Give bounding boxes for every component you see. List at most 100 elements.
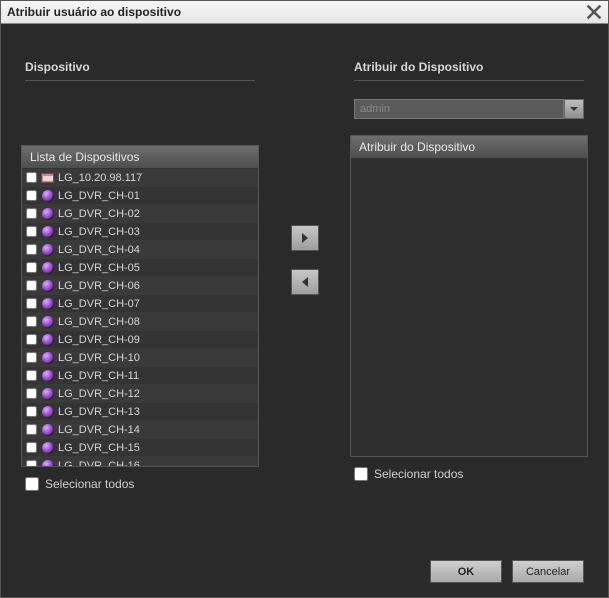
user-combo-button[interactable]: [564, 99, 584, 119]
transfer-buttons: [255, 60, 354, 544]
list-item[interactable]: LG_DVR_CH-04: [22, 241, 258, 259]
list-item[interactable]: LG_DVR_CH-16: [22, 457, 258, 466]
device-list[interactable]: LG_10.20.98.117 LG_DVR_CH-01 LG_DVR_CH-02 L…: [22, 169, 258, 466]
camera-channel-icon: [41, 387, 54, 400]
device-checkbox[interactable]: [26, 388, 37, 399]
chevron-down-icon: [569, 104, 579, 114]
device-select-all-checkbox[interactable]: [25, 477, 39, 491]
assigned-select-all-checkbox[interactable]: [354, 467, 368, 481]
device-checkbox[interactable]: [26, 370, 37, 381]
list-item[interactable]: LG_DVR_CH-02: [22, 205, 258, 223]
ok-button[interactable]: OK: [430, 560, 502, 583]
list-item[interactable]: LG_DVR_CH-05: [22, 259, 258, 277]
assigned-listbox: Atribuir do Dispositivo: [350, 135, 588, 457]
dialog-footer: OK Cancelar: [25, 544, 584, 583]
cancel-button[interactable]: Cancelar: [512, 560, 584, 583]
device-checkbox[interactable]: [26, 316, 37, 327]
device-checkbox[interactable]: [26, 226, 37, 237]
device-name: LG_DVR_CH-13: [58, 406, 140, 418]
camera-channel-icon: [41, 243, 54, 256]
list-item[interactable]: LG_DVR_CH-03: [22, 223, 258, 241]
camera-channel-icon: [41, 189, 54, 202]
list-item[interactable]: LG_DVR_CH-06: [22, 277, 258, 295]
device-checkbox[interactable]: [26, 190, 37, 201]
device-checkbox[interactable]: [26, 424, 37, 435]
assigned-list[interactable]: [351, 159, 587, 456]
device-name: LG_DVR_CH-07: [58, 298, 140, 310]
add-to-right-button[interactable]: [291, 225, 319, 251]
close-button[interactable]: [586, 4, 602, 20]
camera-channel-icon: [41, 351, 54, 364]
device-list-title: Lista de Dispositivos: [22, 146, 258, 169]
device-checkbox[interactable]: [26, 352, 37, 363]
device-checkbox[interactable]: [26, 406, 37, 417]
camera-channel-icon: [41, 423, 54, 436]
user-select[interactable]: admin: [354, 99, 584, 119]
arrow-left-icon: [299, 276, 311, 288]
device-name: LG_DVR_CH-11: [58, 370, 139, 382]
device-name: LG_10.20.98.117: [58, 172, 142, 184]
device-name: LG_DVR_CH-09: [58, 334, 140, 346]
device-panel: Dispositivo Lista de Dispositivos LG_10.…: [25, 60, 255, 544]
device-section-header: Dispositivo: [25, 60, 255, 81]
device-name: LG_DVR_CH-16: [58, 460, 140, 467]
list-item[interactable]: LG_DVR_CH-08: [22, 313, 258, 331]
device-select-all[interactable]: Selecionar todos: [25, 477, 255, 491]
device-name: LG_DVR_CH-02: [58, 208, 140, 220]
device-name: LG_DVR_CH-15: [58, 442, 140, 454]
dialog-window: Atribuir usuário ao dispositivo Disposit…: [0, 0, 609, 598]
list-item[interactable]: LG_10.20.98.117: [22, 169, 258, 187]
device-checkbox[interactable]: [26, 460, 37, 466]
camera-channel-icon: [41, 225, 54, 238]
device-listbox: Lista de Dispositivos LG_10.20.98.117LG_…: [21, 145, 259, 467]
camera-channel-icon: [41, 405, 54, 418]
assign-panel: Atribuir do Dispositivo admin Atribuir d…: [354, 60, 584, 544]
remove-from-right-button[interactable]: [291, 269, 319, 295]
list-item[interactable]: LG_DVR_CH-07: [22, 295, 258, 313]
dialog-title: Atribuir usuário ao dispositivo: [7, 5, 181, 19]
list-item[interactable]: LG_DVR_CH-10: [22, 349, 258, 367]
device-name: LG_DVR_CH-06: [58, 280, 140, 292]
device-name: LG_DVR_CH-01: [58, 190, 140, 202]
assigned-list-title: Atribuir do Dispositivo: [351, 136, 587, 159]
device-checkbox[interactable]: [26, 298, 37, 309]
dvr-icon: [41, 171, 54, 184]
assigned-select-all[interactable]: Selecionar todos: [354, 467, 584, 481]
assigned-select-all-label: Selecionar todos: [374, 467, 463, 481]
camera-channel-icon: [41, 315, 54, 328]
list-item[interactable]: LG_DVR_CH-14: [22, 421, 258, 439]
device-name: LG_DVR_CH-14: [58, 424, 140, 436]
device-checkbox[interactable]: [26, 442, 37, 453]
device-checkbox[interactable]: [26, 208, 37, 219]
camera-channel-icon: [41, 459, 54, 466]
camera-channel-icon: [41, 297, 54, 310]
camera-channel-icon: [41, 207, 54, 220]
camera-channel-icon: [41, 333, 54, 346]
list-item[interactable]: LG_DVR_CH-11: [22, 367, 258, 385]
titlebar: Atribuir usuário ao dispositivo: [1, 1, 608, 24]
list-item[interactable]: LG_DVR_CH-12: [22, 385, 258, 403]
list-item[interactable]: LG_DVR_CH-13: [22, 403, 258, 421]
camera-channel-icon: [41, 441, 54, 454]
device-name: LG_DVR_CH-04: [58, 244, 140, 256]
user-combo-display[interactable]: admin: [354, 99, 564, 119]
camera-channel-icon: [41, 279, 54, 292]
device-checkbox[interactable]: [26, 262, 37, 273]
camera-channel-icon: [41, 369, 54, 382]
device-checkbox[interactable]: [26, 334, 37, 345]
device-checkbox[interactable]: [26, 172, 37, 183]
arrow-right-icon: [299, 232, 311, 244]
device-checkbox[interactable]: [26, 244, 37, 255]
device-name: LG_DVR_CH-05: [58, 262, 140, 274]
list-item[interactable]: LG_DVR_CH-09: [22, 331, 258, 349]
device-name: LG_DVR_CH-08: [58, 316, 140, 328]
camera-channel-icon: [41, 261, 54, 274]
device-name: LG_DVR_CH-12: [58, 388, 140, 400]
device-name: LG_DVR_CH-03: [58, 226, 140, 238]
list-item[interactable]: LG_DVR_CH-15: [22, 439, 258, 457]
device-name: LG_DVR_CH-10: [58, 352, 140, 364]
device-checkbox[interactable]: [26, 280, 37, 291]
assign-section-header: Atribuir do Dispositivo: [354, 60, 584, 81]
device-select-all-label: Selecionar todos: [45, 477, 134, 491]
list-item[interactable]: LG_DVR_CH-01: [22, 187, 258, 205]
